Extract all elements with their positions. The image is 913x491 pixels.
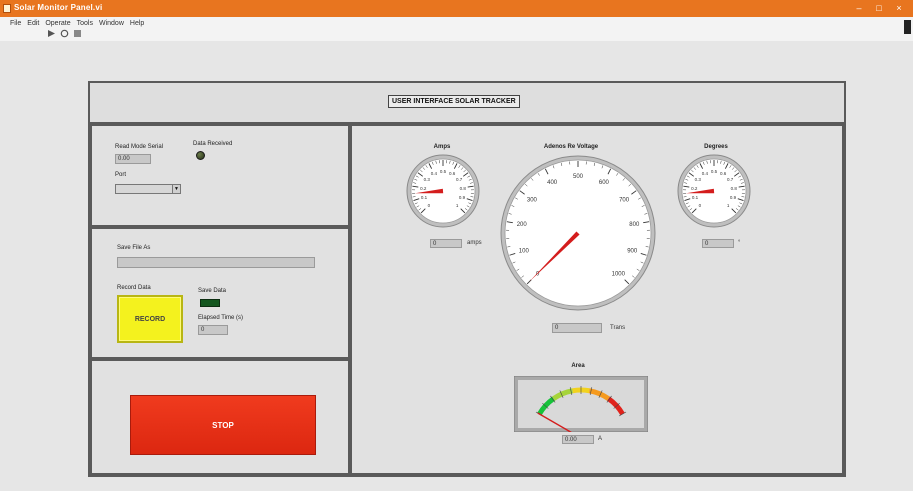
voltage-gauge-tick-label: 400 xyxy=(547,180,558,186)
amps-gauge-tick-label: 0.4 xyxy=(431,171,438,176)
data-received-label: Data Received xyxy=(193,141,233,147)
menu-item-operate[interactable]: Operate xyxy=(45,20,70,27)
degrees-gauge-tick-label: 0.9 xyxy=(730,195,737,200)
voltage-unit-label: Trans xyxy=(610,325,626,331)
record-button[interactable]: RECORD xyxy=(117,295,183,343)
menu-row: File Edit Operate Tools Window Help xyxy=(4,17,144,27)
amps-gauge-tick-label: 0.1 xyxy=(421,195,428,200)
degrees-value-field: 0 xyxy=(702,239,734,248)
amps-gauge-tick-label: 0.8 xyxy=(460,186,467,191)
degrees-gauge-tick-label: 0.4 xyxy=(702,171,709,176)
degrees-gauge-tick-label: 0.8 xyxy=(731,186,738,191)
amps-gauge-tick-label: 0.9 xyxy=(459,195,466,200)
amps-gauge-tick-label: 0.5 xyxy=(440,169,447,174)
voltage-gauge-tick-label: 300 xyxy=(527,197,538,203)
voltage-gauge-tick-label: 1000 xyxy=(612,271,626,277)
minimize-button[interactable]: – xyxy=(851,2,867,14)
gauges-panel: Amps 0 0.1 0.2 0.3 0.4 0.5 0.6 0.7 0.8 0.9 1 0 amp… xyxy=(350,124,844,475)
voltage-gauge-tick-label: 100 xyxy=(519,249,530,255)
elapsed-time-field: 0 xyxy=(198,325,228,335)
degrees-gauge-tick-label: 0.5 xyxy=(711,169,718,174)
voltage-gauge-tick-label: 500 xyxy=(573,174,584,180)
voltage-value-field: 0 xyxy=(552,323,602,333)
header-panel: USER INTERFACE SOLAR TRACKER xyxy=(90,83,844,124)
degrees-gauge-title: Degrees xyxy=(704,144,728,150)
voltage-gauge: 01002003004005006007008009001000 xyxy=(500,155,656,311)
save-file-label: Save File As xyxy=(117,245,151,251)
degrees-gauge: 00.10.20.30.4 0.5 0.60.70.80.91 xyxy=(677,154,751,228)
voltage-gauge-tick-label: 700 xyxy=(619,197,630,203)
maximize-button[interactable]: □ xyxy=(871,2,887,14)
amps-gauge-tick-label: 0.3 xyxy=(424,177,431,182)
menu-item-file[interactable]: File xyxy=(10,20,21,27)
close-button[interactable]: × xyxy=(891,2,907,14)
read-mode-label: Read Mode Serial xyxy=(115,144,164,150)
degrees-gauge-tick-label: 0.7 xyxy=(727,177,734,182)
voltage-gauge-tick-label: 600 xyxy=(599,180,610,186)
degrees-gauge-tick-label: 0.1 xyxy=(692,195,699,200)
amps-gauge-tick-label: 0.7 xyxy=(456,177,463,182)
port-select[interactable]: ▼ xyxy=(115,184,181,194)
toolbar xyxy=(47,29,82,38)
stop-button[interactable]: STOP xyxy=(130,395,316,455)
amps-gauge-title: Amps xyxy=(433,144,451,150)
data-received-led xyxy=(196,151,205,160)
amps-value-field: 0 xyxy=(430,239,462,248)
area-meter xyxy=(514,376,648,432)
amps-gauge-tick-label: 0.2 xyxy=(420,186,427,191)
abort-icon[interactable] xyxy=(73,29,82,38)
elapsed-time-label: Elapsed Time (s) xyxy=(198,315,244,321)
record-panel: Save File As Record Data RECORD Save Dat… xyxy=(90,227,350,359)
window-title: Solar Monitor Panel.vi xyxy=(14,3,103,12)
voltage-gauge-title: Adenos Re Voltage xyxy=(543,144,599,150)
area-value-field: 0.00 xyxy=(562,435,594,444)
voltage-gauge-tick-label: 900 xyxy=(627,249,638,255)
menu-item-tools[interactable]: Tools xyxy=(77,20,93,27)
record-data-label: Record Data xyxy=(117,285,151,291)
save-file-path-field[interactable] xyxy=(117,257,315,268)
save-data-indicator xyxy=(200,299,220,307)
voltage-gauge-tick-label: 200 xyxy=(517,222,528,228)
app-icon xyxy=(3,4,11,13)
page-title: USER INTERFACE SOLAR TRACKER xyxy=(388,95,520,108)
stop-panel: STOP xyxy=(90,359,350,475)
area-unit-label: A xyxy=(598,436,603,442)
menu-item-edit[interactable]: Edit xyxy=(27,20,39,27)
menu-bar: File Edit Operate Tools Window Help xyxy=(0,17,913,41)
amps-gauge-tick-label: 0.6 xyxy=(449,171,456,176)
degrees-gauge-tick-label: 0.2 xyxy=(691,186,698,191)
degrees-gauge-tick-label: 0.6 xyxy=(720,171,727,176)
amps-gauge: 00.10.20.30.4 0.5 0.60.70.80.91 xyxy=(406,154,480,228)
menu-item-window[interactable]: Window xyxy=(99,20,124,27)
chevron-down-icon[interactable]: ▼ xyxy=(172,185,180,193)
save-data-label: Save Data xyxy=(198,288,227,294)
degrees-unit-label: ° xyxy=(738,240,741,246)
title-bar: Solar Monitor Panel.vi – □ × xyxy=(0,0,913,17)
port-label: Port xyxy=(115,172,127,178)
run-arrow-icon[interactable] xyxy=(47,29,56,38)
serial-panel: Read Mode Serial 0.00 Data Received Port… xyxy=(90,124,350,227)
voltage-gauge-tick-label: 800 xyxy=(629,222,640,228)
main-frame: USER INTERFACE SOLAR TRACKER Read Mode S… xyxy=(88,81,846,477)
run-continuous-icon[interactable] xyxy=(60,29,69,38)
menu-item-help[interactable]: Help xyxy=(130,20,144,27)
degrees-gauge-tick-label: 0.3 xyxy=(695,177,702,182)
area-meter-title: Area xyxy=(571,363,585,369)
read-mode-field[interactable]: 0.00 xyxy=(115,154,151,164)
amps-unit-label: amps xyxy=(467,240,482,246)
vi-icon xyxy=(904,20,911,34)
